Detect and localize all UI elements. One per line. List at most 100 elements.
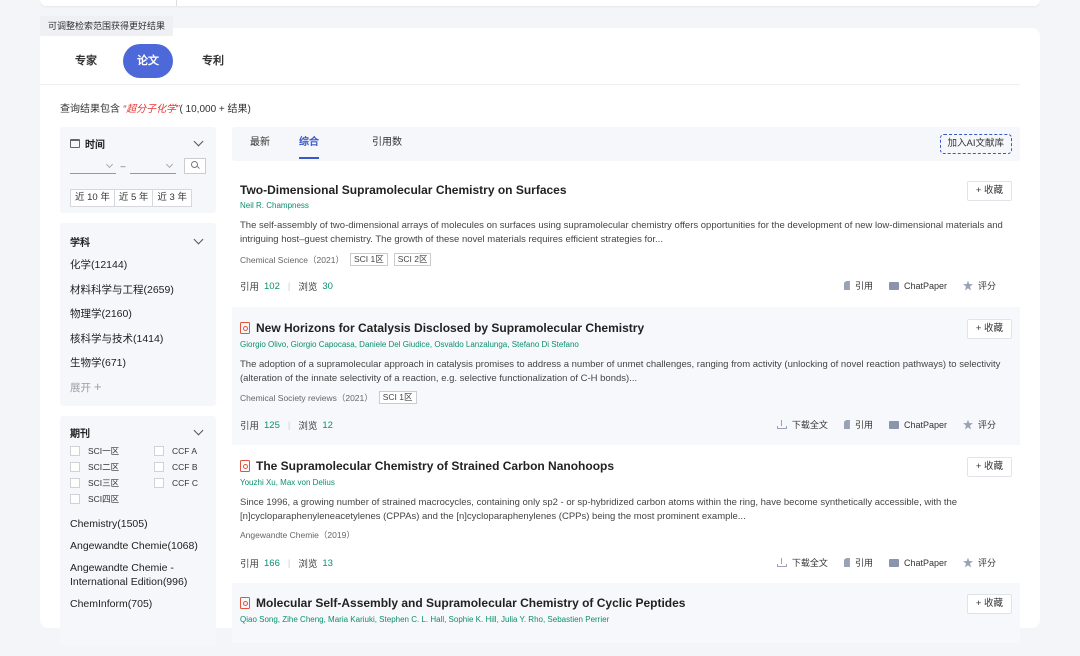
- sort-citations[interactable]: 引用数: [372, 127, 402, 159]
- paper-card: Molecular Self-Assembly and Supramolecul…: [232, 583, 1020, 643]
- paper-title[interactable]: Molecular Self-Assembly and Supramolecul…: [240, 596, 685, 610]
- start-year-select[interactable]: [70, 159, 116, 174]
- download-button[interactable]: 下载全文: [776, 418, 828, 431]
- download-icon: [776, 558, 787, 567]
- cite-button[interactable]: 引用: [843, 418, 873, 431]
- paper-actions: 下载全文 引用 ChatPaper 评分: [776, 418, 996, 431]
- tab-experts[interactable]: 专家: [68, 44, 104, 78]
- paper-venue: Chemical Science（2021） SCI 1区 SCI 2区: [240, 253, 432, 266]
- paper-venue: Angewandte Chemie（2019）: [240, 530, 355, 540]
- collect-button[interactable]: + 收藏: [966, 594, 1012, 614]
- paper-title[interactable]: The Supramolecular Chemistry of Strained…: [240, 459, 614, 473]
- paper-stats: 引用 125 | 浏览 12: [240, 419, 333, 433]
- result-summary: 查询结果包含 “超分子化学”( 10,000 + 结果): [60, 100, 251, 115]
- star-icon: [962, 419, 973, 430]
- time-filter-title: 时间: [85, 139, 105, 151]
- chat-icon: [888, 281, 899, 290]
- filter-sidebar: 时间 – 近 10 年 近 5 年 近 3 年 学科 化学(12144) 材料科…: [60, 127, 216, 656]
- chatpaper-button[interactable]: ChatPaper: [888, 420, 947, 430]
- rate-button[interactable]: 评分: [962, 556, 996, 569]
- subject-item[interactable]: 核科学与技术(1414): [70, 327, 206, 352]
- paper-authors[interactable]: Qiao Song, Zihe Cheng, Maria Kariuki, St…: [240, 615, 609, 624]
- sort-latest[interactable]: 最新: [250, 127, 270, 159]
- chevron-down-icon[interactable]: [193, 234, 204, 245]
- subject-filter-title: 学科: [70, 237, 90, 249]
- paper-stats: 引用 102 | 浏览 30: [240, 280, 333, 294]
- sci2-checkbox[interactable]: SCI二区: [70, 460, 154, 473]
- expand-label: 展开: [70, 381, 91, 394]
- tab-papers[interactable]: 论文: [123, 44, 173, 78]
- subject-item[interactable]: 化学(12144): [70, 253, 206, 278]
- chatpaper-button[interactable]: ChatPaper: [888, 558, 947, 568]
- quote-icon: [843, 558, 850, 567]
- cite-button[interactable]: 引用: [843, 279, 873, 292]
- paper-title[interactable]: Two‐Dimensional Supramolecular Chemistry…: [240, 183, 567, 197]
- quote-icon: [843, 281, 850, 290]
- results-panel: 专家 论文 专利 查询结果包含 “超分子化学”( 10,000 + 结果) 时间…: [40, 28, 1040, 646]
- chat-icon: [888, 420, 899, 429]
- quick-range-10y[interactable]: 近 10 年: [70, 189, 115, 207]
- chatpaper-button[interactable]: ChatPaper: [888, 281, 947, 291]
- paper-card: The Supramolecular Chemistry of Strained…: [232, 447, 1020, 575]
- journal-item[interactable]: Angewandte Chemie(1068): [70, 535, 206, 557]
- citation-count: 125: [264, 419, 280, 431]
- expand-subjects-button[interactable]: 展开 +: [70, 376, 206, 398]
- time-filter: 时间 – 近 10 年 近 5 年 近 3 年: [60, 127, 216, 213]
- paper-authors[interactable]: Youzhi Xu, Max von Delius: [240, 478, 335, 487]
- paper-venue: Chemical Society reviews（2021） SCI 1区: [240, 391, 417, 404]
- tab-patents[interactable]: 专利: [195, 44, 231, 78]
- pdf-icon: [240, 597, 250, 609]
- journal-item[interactable]: Chemistry(1505): [70, 513, 206, 535]
- ccfc-checkbox[interactable]: CCF C: [154, 476, 214, 489]
- results-main: 最新 综合 引用数 加入AI文献库 Two‐Dimensional Supram…: [232, 127, 1020, 643]
- subject-item[interactable]: 物理学(2160): [70, 302, 206, 327]
- rate-button[interactable]: 评分: [962, 418, 996, 431]
- top-search-bar: [40, 0, 1040, 6]
- download-button[interactable]: 下载全文: [776, 556, 828, 569]
- paper-card: Two‐Dimensional Supramolecular Chemistry…: [232, 173, 1020, 301]
- rate-button[interactable]: 评分: [962, 279, 996, 292]
- pdf-icon: [240, 460, 250, 472]
- date-search-button[interactable]: [184, 158, 206, 174]
- chevron-down-icon[interactable]: [193, 136, 204, 147]
- sort-relevance[interactable]: 综合: [299, 127, 319, 159]
- chevron-down-icon[interactable]: [193, 425, 204, 436]
- journal-item[interactable]: Angewandte Chemie - International Editio…: [70, 557, 206, 593]
- paper-authors[interactable]: Neil R. Champness: [240, 201, 309, 210]
- paper-card: New Horizons for Catalysis Disclosed by …: [232, 307, 1020, 445]
- collect-button[interactable]: + 收藏: [966, 319, 1012, 339]
- ccfa-checkbox[interactable]: CCF A: [154, 444, 214, 457]
- plus-icon: +: [93, 378, 102, 394]
- journal-item[interactable]: ChemInform(705): [70, 593, 206, 615]
- tooltip: 可调整检索范围获得更好结果: [40, 16, 174, 36]
- rank-badge: SCI 2区: [393, 253, 432, 266]
- collect-button[interactable]: + 收藏: [966, 457, 1012, 477]
- subject-item[interactable]: 生物学(671): [70, 351, 206, 376]
- ccfb-checkbox[interactable]: CCF B: [154, 460, 214, 473]
- sci3-checkbox[interactable]: SCI三区: [70, 476, 154, 489]
- citation-count: 102: [264, 280, 280, 292]
- paper-abstract: Since 1996, a growing number of strained…: [240, 497, 958, 522]
- cite-button[interactable]: 引用: [843, 556, 873, 569]
- sci4-checkbox[interactable]: SCI四区: [70, 492, 154, 505]
- type-tabs: 专家 论文 专利: [40, 40, 1020, 85]
- add-to-ai-library-button[interactable]: 加入AI文献库: [939, 134, 1012, 154]
- journal-filter: 期刊 SCI一区 CCF A SCI二区 CCF B SCI三区 CCF C S…: [60, 416, 216, 646]
- quote-icon: [843, 420, 850, 429]
- collect-button[interactable]: + 收藏: [966, 181, 1012, 201]
- view-count: 13: [322, 557, 333, 569]
- quick-range-5y[interactable]: 近 5 年: [113, 189, 154, 207]
- quick-range-3y[interactable]: 近 3 年: [152, 189, 192, 207]
- sort-bar: 最新 综合 引用数 加入AI文献库: [232, 127, 1020, 161]
- subject-item[interactable]: 材料科学与工程(2659): [70, 278, 206, 303]
- divider: [176, 0, 177, 6]
- paper-authors[interactable]: Giorgio Olivo, Giorgio Capocasa, Daniele…: [240, 340, 579, 349]
- paper-stats: 引用 166 | 浏览 13: [240, 557, 333, 571]
- paper-title[interactable]: New Horizons for Catalysis Disclosed by …: [240, 321, 644, 335]
- end-year-select[interactable]: [130, 159, 176, 174]
- paper-abstract: The self-assembly of two-dimensional arr…: [240, 220, 1003, 245]
- chat-icon: [888, 558, 899, 567]
- journal-filter-title: 期刊: [70, 428, 90, 440]
- sci1-checkbox[interactable]: SCI一区: [70, 444, 154, 457]
- view-count: 12: [322, 419, 333, 431]
